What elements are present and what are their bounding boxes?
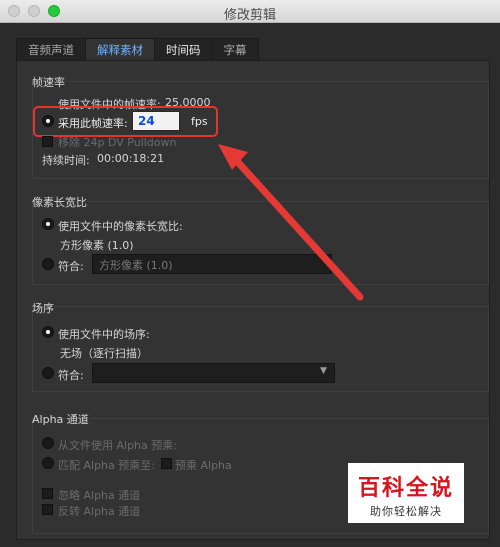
watermark-subtitle: 助你轻松解决 [370,505,442,518]
watermark-logo: 百科全说 助你轻松解决 [348,463,464,523]
watermark-title: 百科全说 [357,476,454,501]
